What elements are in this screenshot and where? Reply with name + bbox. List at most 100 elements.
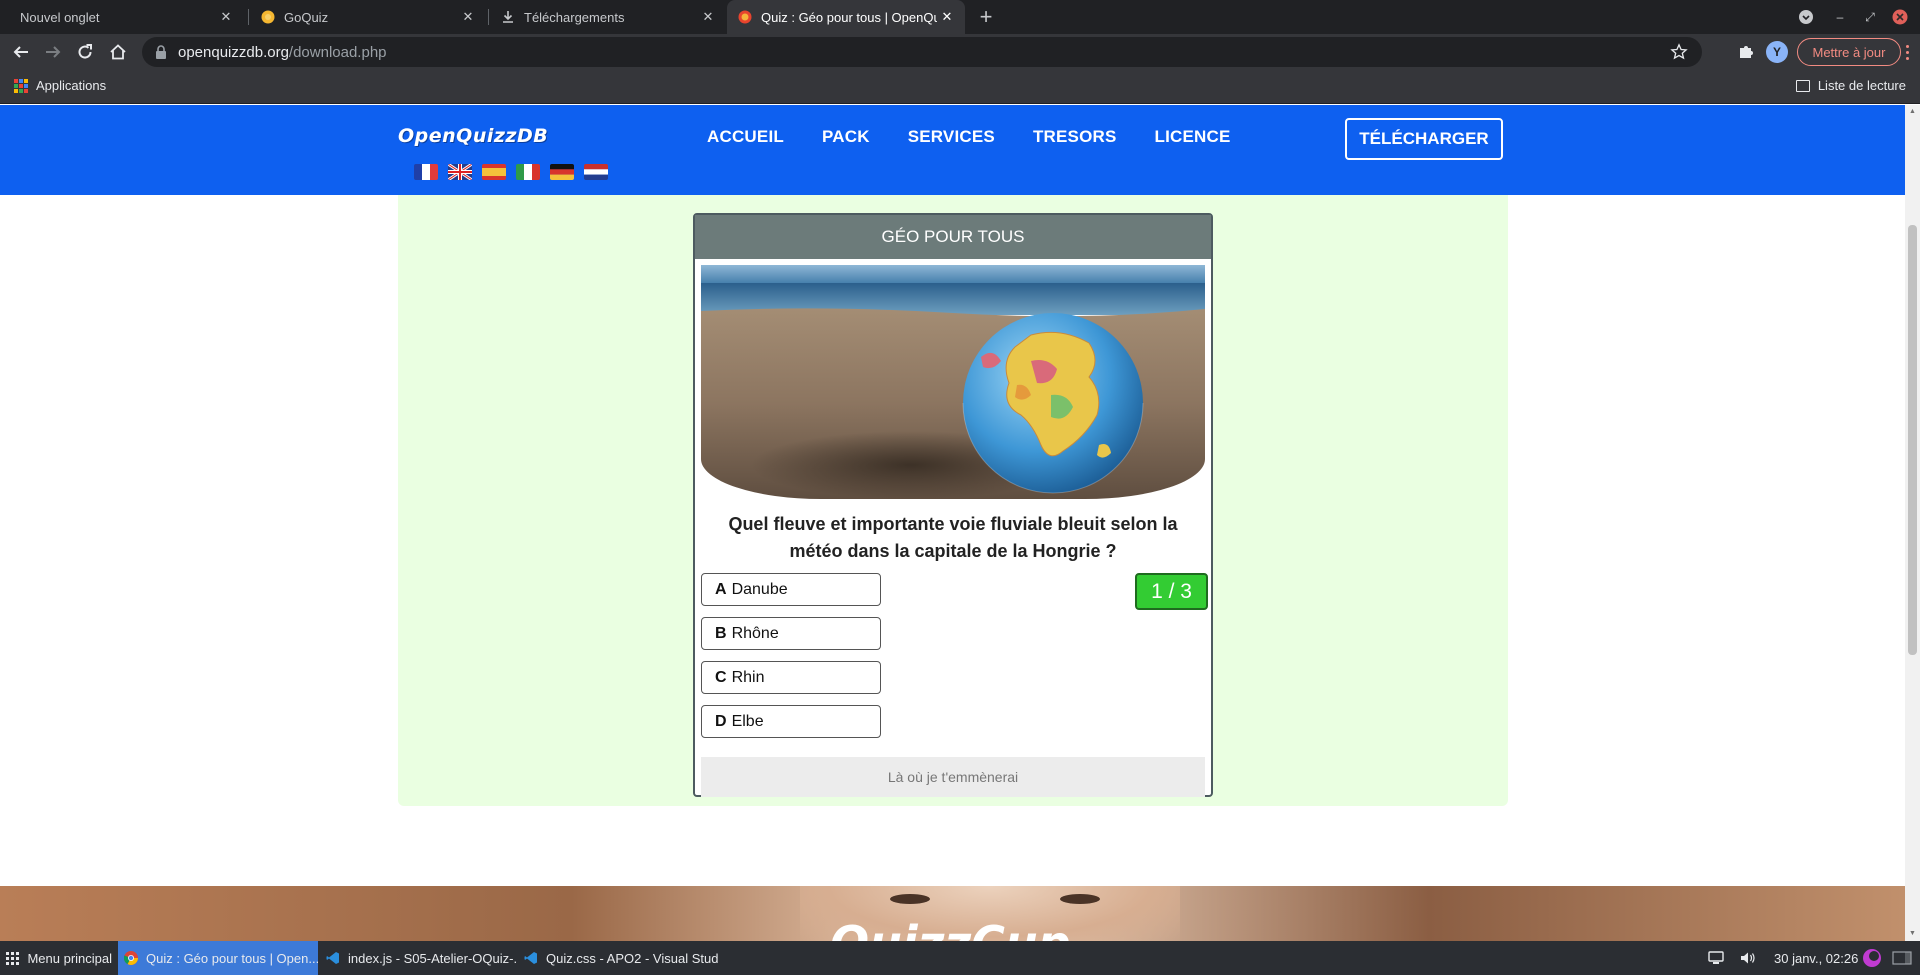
browser-tab[interactable]: Téléchargements ✕	[490, 0, 726, 34]
answer-option-d[interactable]: D Elbe	[701, 705, 881, 738]
nav-pack[interactable]: PACK	[822, 127, 870, 147]
banner-title: QuizzCup	[830, 916, 1071, 941]
close-icon[interactable]: ✕	[937, 7, 957, 27]
download-icon	[500, 9, 516, 25]
site-header: OpenQuizzDB ACCUEIL PACK SERVICES TRESOR…	[0, 105, 1905, 195]
restore-icon[interactable]: ⤢	[1859, 6, 1881, 28]
back-arrow-icon[interactable]	[9, 40, 33, 64]
taskbar-item[interactable]: Quiz.css - APO2 - Visual Studi...	[518, 941, 718, 975]
taskbar-item[interactable]: Quiz : Géo pour tous | Open...	[118, 941, 318, 975]
tab-divider	[248, 9, 249, 25]
answer-letter: B	[715, 624, 727, 642]
network-icon[interactable]	[1708, 941, 1724, 975]
answer-option-a[interactable]: A Danube	[701, 573, 881, 606]
answer-letter: D	[715, 712, 727, 730]
reload-icon[interactable]	[73, 40, 97, 64]
os-taskbar: Menu principal Quiz : Géo pour tous | Op…	[0, 941, 1920, 975]
scrollbar-thumb[interactable]	[1908, 225, 1917, 655]
forward-arrow-icon[interactable]	[41, 40, 65, 64]
quiz-hint: Là où je t'emmènerai	[701, 757, 1205, 797]
site-logo[interactable]: OpenQuizzDB	[398, 125, 548, 147]
apps-shortcut[interactable]: Applications	[14, 78, 106, 93]
answer-text: Rhône	[731, 624, 779, 642]
home-icon[interactable]	[106, 40, 130, 64]
start-menu-label: Menu principal	[27, 950, 112, 966]
browser-toolbar: openquizzdb.org/download.php Y Mettre à …	[0, 34, 1920, 70]
flag-it-icon[interactable]	[516, 164, 540, 180]
quiz-question: Quel fleuve et importante voie fluviale …	[728, 514, 1178, 561]
browser-menu-icon[interactable]	[1898, 40, 1916, 64]
answer-option-b[interactable]: B Rhône	[701, 617, 881, 650]
scroll-down-arrow-icon[interactable]: ▼	[1908, 930, 1917, 938]
nav-services[interactable]: SERVICES	[908, 127, 995, 147]
main-nav: ACCUEIL PACK SERVICES TRESORS LICENCE	[707, 127, 1231, 147]
close-icon[interactable]: ✕	[458, 7, 478, 27]
notification-icon[interactable]	[1862, 941, 1882, 975]
answer-letter: A	[715, 580, 727, 598]
flag-nl-icon[interactable]	[584, 164, 608, 180]
window-close-icon[interactable]	[1889, 6, 1911, 28]
volume-icon[interactable]	[1740, 941, 1756, 975]
banner-photo-eye	[1060, 894, 1100, 904]
update-browser-button[interactable]: Mettre à jour	[1797, 38, 1901, 66]
browser-tab[interactable]: Nouvel onglet ✕	[8, 0, 244, 34]
download-button[interactable]: TÉLÉCHARGER	[1345, 118, 1503, 160]
answer-text: Rhin	[731, 668, 765, 686]
flag-es-icon[interactable]	[482, 164, 506, 180]
lock-icon[interactable]	[152, 45, 170, 59]
url-host: openquizzdb.org	[178, 43, 289, 61]
taskbar-item-label: index.js - S05-Atelier-OQuiz-...	[348, 950, 516, 966]
scroll-up-arrow-icon[interactable]: ▲	[1908, 108, 1917, 116]
answer-text: Danube	[731, 580, 788, 598]
language-flags	[414, 164, 608, 180]
nav-tresors[interactable]: TRESORS	[1033, 127, 1117, 147]
extensions-puzzle-icon[interactable]	[1734, 40, 1758, 64]
quizzcup-banner[interactable]: QuizzCup	[0, 886, 1905, 941]
vscode-icon	[326, 950, 340, 966]
bookmark-star-icon[interactable]	[1668, 41, 1690, 63]
nav-accueil[interactable]: ACCUEIL	[707, 127, 784, 147]
page-viewport: OpenQuizzDB ACCUEIL PACK SERVICES TRESOR…	[0, 105, 1920, 941]
close-icon[interactable]: ✕	[216, 7, 236, 27]
reading-list-icon	[1795, 79, 1810, 92]
address-bar[interactable]: openquizzdb.org/download.php	[142, 37, 1702, 67]
browser-tab[interactable]: GoQuiz ✕	[250, 0, 486, 34]
new-tab-button[interactable]: +	[974, 4, 998, 29]
reading-list-button[interactable]: Liste de lecture	[1795, 78, 1906, 93]
browser-tab-bar: Nouvel onglet ✕ GoQuiz ✕ Téléchargements…	[0, 0, 1920, 34]
answer-text: Elbe	[731, 712, 764, 730]
tab-title: Quiz : Géo pour tous | OpenQui	[761, 9, 937, 25]
openquizzdb-favicon-icon	[737, 9, 753, 25]
taskbar-item[interactable]: index.js - S05-Atelier-OQuiz-...	[320, 941, 516, 975]
nav-licence[interactable]: LICENCE	[1155, 127, 1231, 147]
quiz-image-globe-on-beach	[701, 265, 1205, 499]
url-path: /download.php	[288, 43, 387, 61]
apps-menu-icon	[6, 950, 20, 966]
apps-grid-icon	[14, 78, 28, 93]
tab-divider	[488, 9, 489, 25]
question-counter-badge: 1 / 3	[1135, 573, 1208, 610]
chrome-icon	[124, 950, 138, 966]
quiz-title: GÉO POUR TOUS	[695, 215, 1211, 259]
profile-avatar[interactable]: Y	[1766, 41, 1788, 63]
tab-title: Téléchargements	[524, 9, 625, 25]
close-icon[interactable]: ✕	[698, 7, 718, 27]
bookmarks-bar: Applications Liste de lecture	[0, 70, 1920, 104]
tab-search-icon[interactable]	[1795, 6, 1817, 28]
minimize-icon[interactable]: –	[1829, 6, 1851, 28]
flag-fr-icon[interactable]	[414, 164, 438, 180]
tab-title: GoQuiz	[284, 9, 329, 25]
show-desktop-icon[interactable]	[1892, 941, 1912, 975]
answer-letter: C	[715, 668, 727, 686]
vscode-icon	[524, 950, 538, 966]
flag-gb-icon[interactable]	[448, 164, 472, 180]
start-menu-button[interactable]: Menu principal	[0, 941, 118, 975]
goquiz-favicon-icon	[260, 9, 276, 25]
flag-de-icon[interactable]	[550, 164, 574, 180]
page-scrollbar[interactable]: ▲ ▼	[1905, 105, 1920, 941]
quiz-card: GÉO POUR TOUS Quel fleuve et importante …	[693, 213, 1213, 797]
answer-option-c[interactable]: C Rhin	[701, 661, 881, 694]
reading-list-label: Liste de lecture	[1817, 78, 1906, 93]
browser-tab-active[interactable]: Quiz : Géo pour tous | OpenQui ✕	[727, 0, 965, 34]
taskbar-clock[interactable]: 30 janv., 02:26	[1774, 941, 1858, 975]
